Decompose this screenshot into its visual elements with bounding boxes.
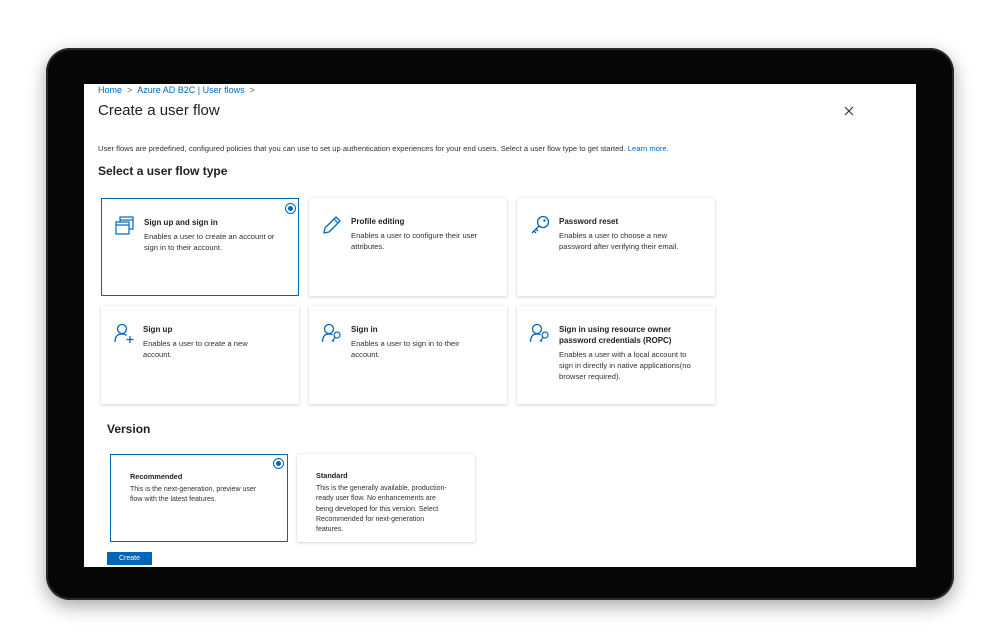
flow-card-sign-in[interactable]: Sign in Enables a user to sign in to the… <box>309 306 507 404</box>
flow-card-description: Enables a user with a local account to s… <box>559 350 691 381</box>
flow-card-description: Enables a user to sign in to their accou… <box>351 339 460 359</box>
flow-card-title: Profile editing <box>351 217 405 226</box>
version-card-description: This is the next-generation, preview use… <box>130 486 257 504</box>
flow-card-password-reset[interactable]: Password reset Enables a user to choose … <box>517 198 715 296</box>
user-add-icon <box>114 323 134 343</box>
flow-card-ropc[interactable]: Sign in using resource owner password cr… <box>517 306 715 404</box>
version-card-standard[interactable]: Standard This is the generally available… <box>297 454 475 542</box>
user-key-icon <box>321 323 341 343</box>
version-card-title: Recommended <box>130 472 183 481</box>
flow-card-sign-up-and-sign-in[interactable]: Sign up and sign in Enables a user to cr… <box>101 198 299 296</box>
breadcrumb-user-flows[interactable]: Azure AD B2C | User flows <box>137 85 244 95</box>
windows-stack-icon <box>115 216 134 235</box>
flow-type-heading: Select a user flow type <box>98 164 228 178</box>
portal-screen: Home > Azure AD B2C | User flows > Creat… <box>84 84 916 567</box>
flow-card-title: Sign in <box>351 325 378 334</box>
pencil-icon <box>323 216 341 234</box>
version-card-title: Standard <box>316 471 348 480</box>
version-heading: Version <box>107 422 151 436</box>
flow-card-profile-editing[interactable]: Profile editing Enables a user to config… <box>309 198 507 296</box>
flow-card-title: Password reset <box>559 217 619 226</box>
flow-card-description: Enables a user to create a new account. <box>143 339 248 359</box>
flow-card-title: Sign up <box>143 325 173 334</box>
create-button[interactable]: Create <box>107 552 152 565</box>
flow-card-description: Enables a user to choose a new password … <box>559 231 679 251</box>
close-icon <box>844 106 854 116</box>
user-key-icon <box>529 323 549 343</box>
breadcrumb: Home > Azure AD B2C | User flows > <box>98 85 255 95</box>
flow-card-title: Sign in using resource owner password cr… <box>559 325 672 345</box>
flow-card-title: Sign up and sign in <box>144 218 218 227</box>
page-title: Create a user flow <box>98 102 220 119</box>
close-button[interactable] <box>841 103 857 119</box>
version-card-recommended[interactable]: Recommended This is the next-generation,… <box>110 454 288 542</box>
version-card-description: This is the generally available, product… <box>316 485 447 534</box>
radio-selected[interactable] <box>285 203 296 214</box>
learn-more-link[interactable]: Learn more. <box>628 144 669 153</box>
flow-card-description: Enables a user to configure their user a… <box>351 231 478 251</box>
key-icon <box>531 215 550 234</box>
chevron-right-icon: > <box>127 85 133 95</box>
breadcrumb-home[interactable]: Home <box>98 85 122 95</box>
flow-card-description: Enables a user to create an account or s… <box>144 232 275 252</box>
chevron-right-icon: > <box>249 85 255 95</box>
intro-description: User flows are predefined, configured po… <box>98 144 626 153</box>
radio-selected[interactable] <box>273 458 284 469</box>
flow-card-sign-up[interactable]: Sign up Enables a user to create a new a… <box>101 306 299 404</box>
intro-text: User flows are predefined, configured po… <box>98 144 669 153</box>
